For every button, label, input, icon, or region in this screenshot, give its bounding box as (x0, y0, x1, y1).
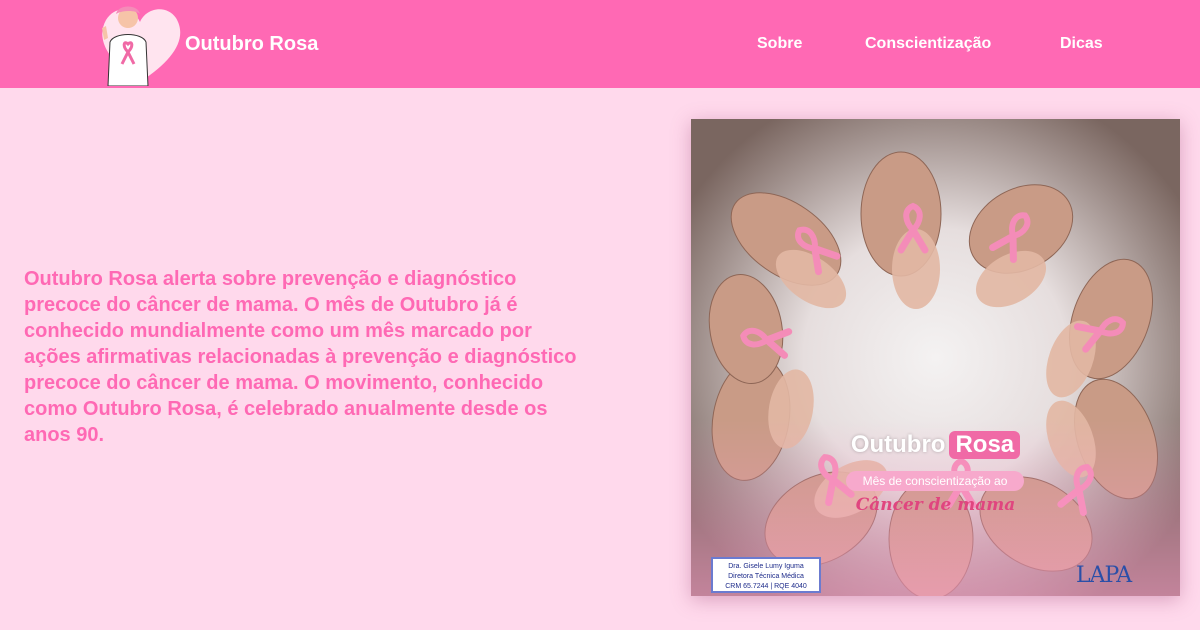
nav-link-dicas[interactable]: Dicas (1060, 33, 1103, 55)
poster-credit-box: Dra. Gisele Lumy Iguma Diretora Técnica … (711, 557, 821, 593)
hands-ribbons-illustration (691, 119, 1180, 596)
brand-logo[interactable] (96, 2, 184, 87)
credit-line-name: Dra. Gisele Lumy Iguma (728, 563, 804, 570)
poster-title: Outubro Rosa (691, 431, 1180, 459)
poster-title-word2: Rosa (949, 431, 1021, 459)
nav-link-conscientizacao[interactable]: Conscientização (865, 33, 991, 55)
brand-title[interactable]: Outubro Rosa (185, 30, 318, 58)
poster-title-word1: Outubro (850, 431, 946, 458)
poster-subtitle: Mês de conscientização ao (846, 471, 1024, 491)
poster-image: Outubro Rosa Mês de conscientização ao C… (691, 119, 1180, 596)
nav-link-sobre[interactable]: Sobre (757, 33, 802, 55)
lapa-logo: LAPA (1076, 563, 1132, 588)
credit-line-registry: CRM 65.7244 | RQE 4040 (725, 583, 807, 590)
intro-paragraph: Outubro Rosa alerta sobre prevenção e di… (24, 268, 577, 446)
credit-line-role: Diretora Técnica Médica (728, 573, 804, 580)
navbar: Outubro Rosa Sobre Conscientização Dicas (0, 0, 1200, 88)
poster-tagline: Câncer de mama (855, 495, 1016, 515)
